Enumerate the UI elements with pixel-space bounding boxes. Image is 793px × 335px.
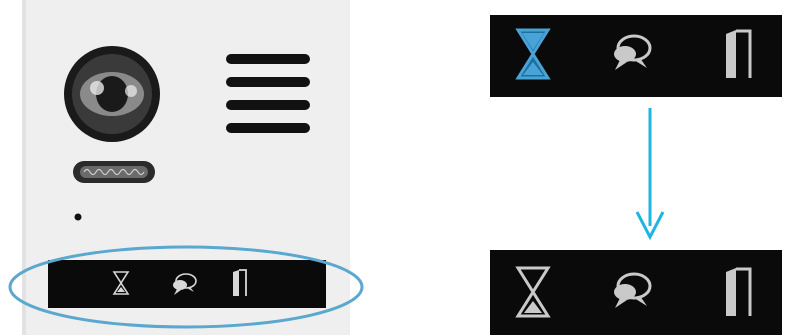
panel-active-state <box>490 15 782 97</box>
intercom-illustration <box>8 0 782 335</box>
microphone-grille-icon <box>73 161 155 183</box>
door-station <box>8 0 364 335</box>
camera-lens-icon <box>64 46 160 142</box>
panel-idle-state <box>490 250 782 335</box>
sensor-dot <box>74 213 82 221</box>
transition-arrow-icon <box>635 108 665 241</box>
device-status-bar <box>48 260 326 308</box>
